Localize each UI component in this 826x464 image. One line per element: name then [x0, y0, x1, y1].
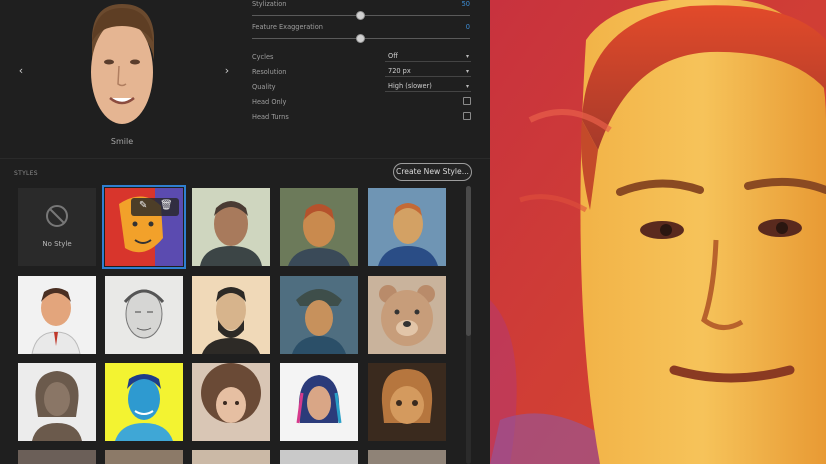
- no-style-icon: [46, 205, 68, 227]
- style-thumbnail: [105, 363, 183, 441]
- style-tile-bronze-bust[interactable]: [18, 363, 96, 441]
- resolution-label: Resolution: [252, 68, 287, 76]
- no-style-label: No Style: [42, 240, 72, 248]
- stylization-value[interactable]: 50: [462, 0, 470, 8]
- stylized-preview: [490, 0, 826, 464]
- style-thumbnail: [18, 276, 96, 354]
- quality-value: High (slower): [388, 82, 432, 90]
- style-thumbnail: [18, 363, 96, 441]
- pencil-icon[interactable]: ✎: [139, 200, 147, 211]
- style-tile-partial[interactable]: [105, 450, 183, 464]
- style-tile-partial[interactable]: [280, 450, 358, 464]
- style-thumbnail: [280, 188, 358, 266]
- style-tile-no-style[interactable]: No Style: [18, 188, 96, 266]
- cycles-dropdown[interactable]: Off ▾: [385, 52, 471, 62]
- style-tile-old-man-painting[interactable]: [192, 188, 270, 266]
- resolution-value: 720 px: [388, 67, 411, 75]
- style-thumbnail: [280, 276, 358, 354]
- chevron-right-icon[interactable]: ›: [221, 64, 233, 77]
- cycles-label: Cycles: [252, 53, 274, 61]
- style-tile-wooden-figure[interactable]: [368, 363, 446, 441]
- feature-exaggeration-value[interactable]: 0: [466, 23, 470, 31]
- style-tile-lincoln[interactable]: [192, 276, 270, 354]
- head-only-label: Head Only: [252, 98, 287, 106]
- style-grid-scroll-thumb[interactable]: [466, 186, 471, 336]
- style-thumbnail: [368, 276, 446, 354]
- style-tile-pencil-sketch[interactable]: [105, 276, 183, 354]
- chevron-down-icon: ▾: [465, 68, 469, 75]
- style-thumbnail: [105, 276, 183, 354]
- feature-exaggeration-label: Feature Exaggeration: [252, 23, 323, 31]
- cycles-value: Off: [388, 52, 398, 60]
- styles-panel: ‹ › Smile Stylization 50 Feature Exagger…: [0, 0, 490, 464]
- create-new-style-button[interactable]: Create New Style...: [393, 163, 472, 181]
- chevron-down-icon: ▾: [465, 53, 469, 60]
- style-thumbnail: [192, 363, 270, 441]
- style-thumbnail: [192, 276, 270, 354]
- chevron-left-icon[interactable]: ‹: [15, 64, 27, 77]
- style-tile-partial[interactable]: [192, 450, 270, 464]
- styles-heading: STYLES: [14, 170, 38, 177]
- style-tile-partial[interactable]: [18, 450, 96, 464]
- style-tile-bear[interactable]: [368, 276, 446, 354]
- quality-dropdown[interactable]: High (slower) ▾: [385, 82, 471, 92]
- head-turns-label: Head Turns: [252, 113, 289, 121]
- quality-label: Quality: [252, 83, 276, 91]
- tile-toolbar: ✎ 🗑: [131, 198, 179, 216]
- head-turns-checkbox[interactable]: [463, 112, 471, 120]
- style-thumbnail: [280, 363, 358, 441]
- chevron-down-icon: ▾: [465, 83, 469, 90]
- face-caption: Smile: [110, 137, 134, 146]
- divider: [0, 158, 490, 159]
- style-tile-partial[interactable]: [368, 450, 446, 464]
- feature-exaggeration-slider-thumb[interactable]: [356, 34, 365, 43]
- resolution-dropdown[interactable]: 720 px ▾: [385, 67, 471, 77]
- style-tile-curly-girl[interactable]: [192, 363, 270, 441]
- style-tile-van-gogh-2[interactable]: [368, 188, 446, 266]
- style-tile-cartoon-3d[interactable]: [18, 276, 96, 354]
- stylized-preview-image: [490, 0, 826, 464]
- style-tile-red-cartoon[interactable]: ✎ 🗑: [102, 185, 186, 269]
- style-thumbnail: [368, 363, 446, 441]
- style-tile-pop-art[interactable]: [105, 363, 183, 441]
- stylization-label: Stylization: [252, 0, 287, 8]
- style-tile-van-gogh-1[interactable]: [280, 188, 358, 266]
- stylization-slider-thumb[interactable]: [356, 11, 365, 20]
- style-thumbnail: [192, 188, 270, 266]
- style-thumbnail: [368, 188, 446, 266]
- style-tile-van-gogh-hat[interactable]: [280, 276, 358, 354]
- head-only-checkbox[interactable]: [463, 97, 471, 105]
- face-thumbnail[interactable]: [84, 2, 160, 132]
- style-tile-watercolor-woman[interactable]: [280, 363, 358, 441]
- trash-icon[interactable]: 🗑: [160, 200, 173, 211]
